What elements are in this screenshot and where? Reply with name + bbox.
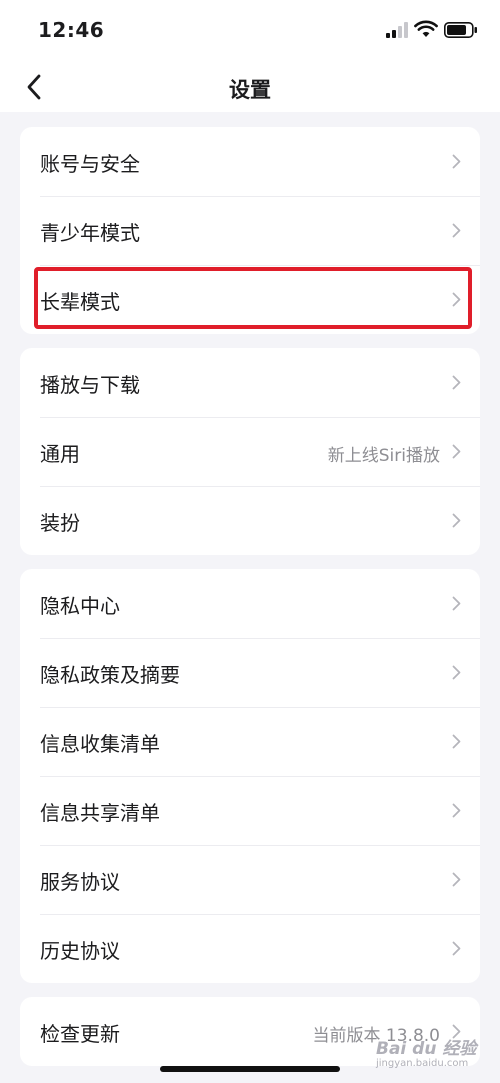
settings-row-service-agreement[interactable]: 服务协议 [20, 845, 480, 914]
row-label: 长辈模式 [40, 290, 120, 314]
status-bar: 12:46 [0, 0, 500, 62]
settings-group-privacy: 隐私中心 隐私政策及摘要 信息收集清单 信息共享清单 服务协议 历史协议 [20, 569, 480, 983]
row-value: 新上线Siri播放 [327, 446, 440, 466]
chevron-right-icon [452, 941, 461, 956]
wifi-icon [414, 20, 438, 37]
cellular-signal-icon [386, 22, 408, 38]
row-label: 信息收集清单 [40, 732, 160, 756]
row-label: 播放与下载 [40, 373, 140, 397]
home-indicator[interactable] [160, 1066, 340, 1072]
page-title: 设置 [229, 78, 271, 102]
chevron-right-icon [452, 154, 461, 169]
chevron-right-icon [452, 596, 461, 611]
settings-row-info-sharing[interactable]: 信息共享清单 [20, 776, 480, 845]
row-label: 装扮 [40, 511, 80, 535]
row-label: 账号与安全 [40, 152, 140, 176]
settings-row-play-download[interactable]: 播放与下载 [20, 348, 480, 417]
settings-row-privacy-policy[interactable]: 隐私政策及摘要 [20, 638, 480, 707]
settings-group-playback: 播放与下载 通用 新上线Siri播放 装扮 [20, 348, 480, 555]
watermark-url: jingyan.baidu.com [376, 1058, 469, 1069]
row-label: 隐私政策及摘要 [40, 663, 180, 687]
settings-row-elder-mode[interactable]: 长辈模式 [20, 265, 480, 334]
chevron-right-icon [452, 292, 461, 307]
settings-row-history-agreement[interactable]: 历史协议 [20, 914, 480, 983]
chevron-right-icon [452, 872, 461, 887]
row-label: 服务协议 [40, 870, 120, 894]
settings-row-teen-mode[interactable]: 青少年模式 [20, 196, 480, 265]
row-label: 隐私中心 [40, 594, 120, 618]
chevron-right-icon [452, 223, 461, 238]
settings-row-dress-up[interactable]: 装扮 [20, 486, 480, 555]
chevron-right-icon [452, 734, 461, 749]
watermark-logo: Bai du 经验 [376, 1039, 477, 1059]
row-label: 青少年模式 [40, 221, 140, 245]
row-label: 检查更新 [40, 1022, 120, 1046]
row-label: 信息共享清单 [40, 801, 160, 825]
row-label: 历史协议 [40, 939, 120, 963]
settings-row-privacy-center[interactable]: 隐私中心 [20, 569, 480, 638]
battery-icon [444, 22, 477, 38]
settings-row-info-collection[interactable]: 信息收集清单 [20, 707, 480, 776]
navigation-bar: 设置 [0, 62, 500, 112]
chevron-right-icon [452, 665, 461, 680]
chevron-right-icon [452, 444, 461, 459]
chevron-right-icon [452, 513, 461, 528]
chevron-right-icon [452, 375, 461, 390]
settings-row-general[interactable]: 通用 新上线Siri播放 [20, 417, 480, 486]
settings-group-account: 账号与安全 青少年模式 长辈模式 [20, 127, 480, 334]
chevron-right-icon [452, 803, 461, 818]
status-time: 12:46 [38, 18, 105, 42]
settings-row-account-security[interactable]: 账号与安全 [20, 127, 480, 196]
row-label: 通用 [40, 442, 80, 466]
